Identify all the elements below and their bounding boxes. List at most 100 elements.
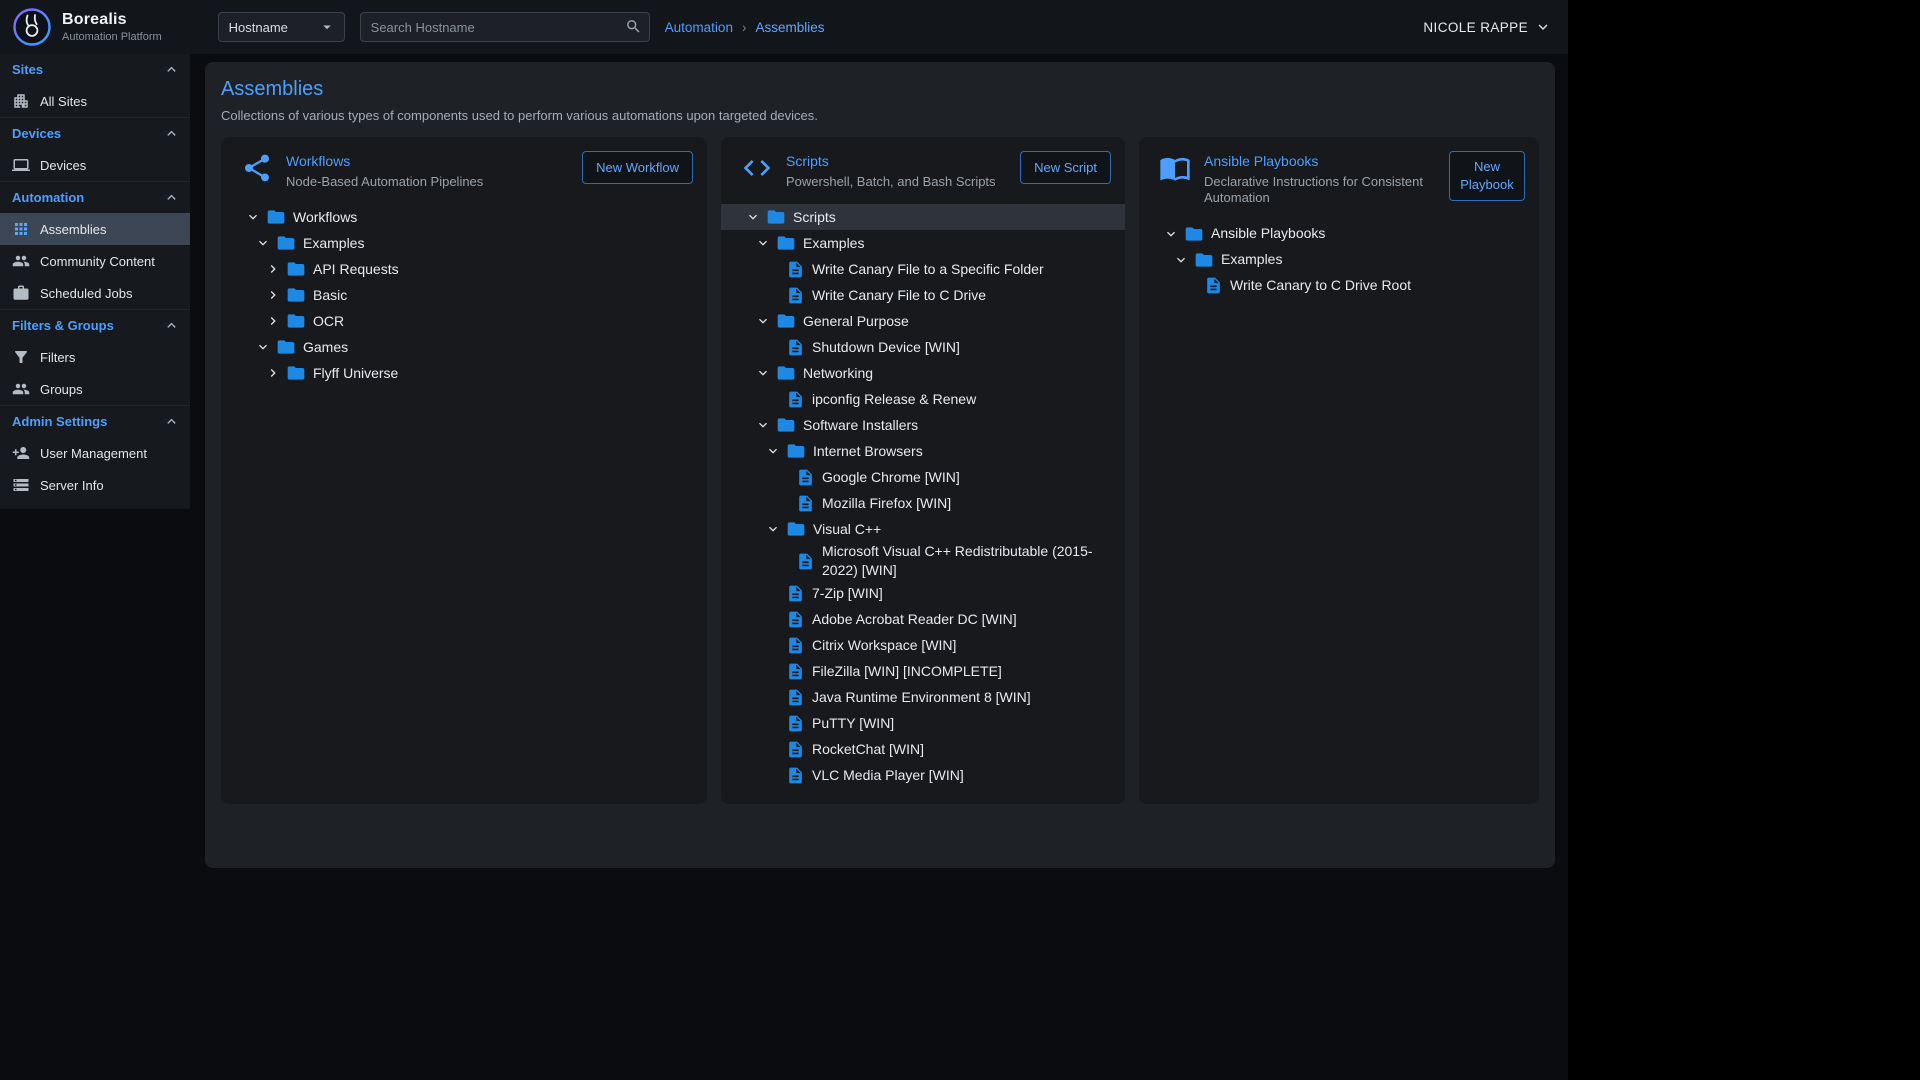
new-workflow-button[interactable]: New Workflow bbox=[582, 151, 693, 184]
tree-folder-examples[interactable]: Examples bbox=[1139, 247, 1539, 273]
tree-file-write-canary-file-to-c-drive[interactable]: Write Canary File to C Drive bbox=[721, 282, 1125, 308]
workflows-card-header: Workflows Node-Based Automation Pipeline… bbox=[221, 137, 707, 196]
sidebar-section-header-sites[interactable]: Sites bbox=[0, 54, 190, 85]
card-subtitle: Powershell, Batch, and Bash Scripts bbox=[786, 174, 996, 190]
tree-folder-visual-c[interactable]: Visual C++ bbox=[721, 516, 1125, 542]
tree-folder-workflows[interactable]: Workflows bbox=[221, 204, 707, 230]
tree-folder-basic[interactable]: Basic bbox=[221, 282, 707, 308]
user-menu[interactable]: NICOLE RAPPE bbox=[1423, 18, 1552, 36]
file-icon bbox=[786, 390, 805, 409]
tree-folder-ocr[interactable]: OCR bbox=[221, 308, 707, 334]
tree-folder-flyff-universe[interactable]: Flyff Universe bbox=[221, 360, 707, 386]
tree-folder-api-requests[interactable]: API Requests bbox=[221, 256, 707, 282]
tree-file-write-canary-to-c-drive-root[interactable]: Write Canary to C Drive Root bbox=[1139, 273, 1539, 299]
assemblies-cards: Workflows Node-Based Automation Pipeline… bbox=[221, 137, 1539, 804]
tree-item-label: Examples bbox=[301, 234, 364, 253]
tree-item-label: Adobe Acrobat Reader DC [WIN] bbox=[810, 610, 1017, 629]
chevron-right-icon[interactable] bbox=[265, 261, 281, 277]
chevron-right-icon[interactable] bbox=[265, 287, 281, 303]
chevron-down-icon[interactable] bbox=[765, 521, 781, 537]
chevron-down-icon[interactable] bbox=[255, 339, 271, 355]
tree-folder-internet-browsers[interactable]: Internet Browsers bbox=[721, 438, 1125, 464]
sidebar-item-user-management[interactable]: User Management bbox=[0, 437, 190, 469]
sidebar-item-label: Scheduled Jobs bbox=[40, 286, 133, 301]
breadcrumb-current-assemblies[interactable]: Assemblies bbox=[755, 20, 824, 35]
chevron-down-icon[interactable] bbox=[245, 209, 261, 225]
tree-folder-examples[interactable]: Examples bbox=[221, 230, 707, 256]
hostname-select[interactable]: Hostname bbox=[218, 12, 345, 42]
chevron-down-icon[interactable] bbox=[255, 235, 271, 251]
tree-file-vlc-media-player-win[interactable]: VLC Media Player [WIN] bbox=[721, 762, 1125, 788]
sidebar-item-devices[interactable]: Devices bbox=[0, 149, 190, 181]
chevron-right-icon[interactable] bbox=[265, 365, 281, 381]
chevron-down-icon[interactable] bbox=[1163, 226, 1179, 242]
sidebar-section-admin-settings: Admin SettingsUser ManagementServer Info bbox=[0, 405, 190, 501]
tree-item-label: Ansible Playbooks bbox=[1209, 224, 1325, 243]
chevron-down-icon[interactable] bbox=[755, 365, 771, 381]
sidebar-section-header-filters-groups[interactable]: Filters & Groups bbox=[0, 310, 190, 341]
tree-folder-games[interactable]: Games bbox=[221, 334, 707, 360]
code-icon bbox=[741, 152, 773, 184]
sidebar-item-community-content[interactable]: Community Content bbox=[0, 245, 190, 277]
tree-folder-networking[interactable]: Networking bbox=[721, 360, 1125, 386]
tree-item-label: Google Chrome [WIN] bbox=[820, 468, 960, 487]
tree-file-adobe-acrobat-reader-dc-win[interactable]: Adobe Acrobat Reader DC [WIN] bbox=[721, 606, 1125, 632]
brand-name: Borealis bbox=[62, 11, 162, 29]
file-icon bbox=[786, 662, 805, 681]
sidebar: SitesAll SitesDevicesDevicesAutomationAs… bbox=[0, 54, 190, 509]
sidebar-section-sites: Sites All Sites bbox=[0, 54, 190, 117]
sidebar-item-scheduled-jobs[interactable]: Scheduled Jobs bbox=[0, 277, 190, 309]
tree-folder-examples[interactable]: Examples bbox=[721, 230, 1125, 256]
search-icon[interactable] bbox=[625, 18, 642, 35]
tree-folder-scripts[interactable]: Scripts bbox=[721, 204, 1125, 230]
tree-item-label: Write Canary File to C Drive bbox=[810, 286, 986, 305]
tree-file-7-zip-win[interactable]: 7-Zip [WIN] bbox=[721, 580, 1125, 606]
tree-file-rocketchat-win[interactable]: RocketChat [WIN] bbox=[721, 736, 1125, 762]
sidebar-item-groups[interactable]: Groups bbox=[0, 373, 190, 405]
breadcrumb-link-automation[interactable]: Automation bbox=[665, 20, 733, 35]
tree-file-microsoft-visual-c-redistributable-2015-2022-win[interactable]: Microsoft Visual C++ Redistributable (20… bbox=[721, 542, 1125, 580]
tree-item-label: Workflows bbox=[291, 208, 357, 227]
tree-file-ipconfig-release-renew[interactable]: ipconfig Release & Renew bbox=[721, 386, 1125, 412]
sidebar-section-header-admin-settings[interactable]: Admin Settings bbox=[0, 406, 190, 437]
new-script-button[interactable]: New Script bbox=[1020, 151, 1111, 184]
sidebar-item-server-info[interactable]: Server Info bbox=[0, 469, 190, 501]
file-icon bbox=[786, 740, 805, 759]
sidebar-section-header-automation[interactable]: Automation bbox=[0, 182, 190, 213]
tree-folder-ansible-playbooks[interactable]: Ansible Playbooks bbox=[1139, 221, 1539, 247]
search-input[interactable] bbox=[360, 12, 650, 42]
tree-file-google-chrome-win[interactable]: Google Chrome [WIN] bbox=[721, 464, 1125, 490]
chevron-down-icon[interactable] bbox=[755, 417, 771, 433]
chevron-down-icon[interactable] bbox=[755, 235, 771, 251]
chevron-down-icon[interactable] bbox=[765, 443, 781, 459]
tree-item-label: Games bbox=[301, 338, 348, 357]
tree-file-shutdown-device-win[interactable]: Shutdown Device [WIN] bbox=[721, 334, 1125, 360]
card-subtitle: Node-Based Automation Pipelines bbox=[286, 174, 483, 190]
tree-folder-general-purpose[interactable]: General Purpose bbox=[721, 308, 1125, 334]
sidebar-item-assemblies[interactable]: Assemblies bbox=[0, 213, 190, 245]
sidebar-item-label: Groups bbox=[40, 382, 83, 397]
brand: Borealis Automation Platform bbox=[12, 7, 162, 47]
tree-file-mozilla-firefox-win[interactable]: Mozilla Firefox [WIN] bbox=[721, 490, 1125, 516]
new-playbook-button[interactable]: New Playbook bbox=[1449, 151, 1525, 201]
chevron-down-icon bbox=[1534, 18, 1552, 36]
chevron-right-icon[interactable] bbox=[265, 313, 281, 329]
sidebar-item-label: Community Content bbox=[40, 254, 155, 269]
tree-file-citrix-workspace-win[interactable]: Citrix Workspace [WIN] bbox=[721, 632, 1125, 658]
tree-folder-software-installers[interactable]: Software Installers bbox=[721, 412, 1125, 438]
tree-file-putty-win[interactable]: PuTTY [WIN] bbox=[721, 710, 1125, 736]
chevron-down-icon[interactable] bbox=[1173, 252, 1189, 268]
tree-file-filezilla-win-incomplete[interactable]: FileZilla [WIN] [INCOMPLETE] bbox=[721, 658, 1125, 684]
sidebar-item-label: All Sites bbox=[40, 94, 87, 109]
book-icon bbox=[1159, 152, 1191, 184]
chevron-down-icon[interactable] bbox=[745, 209, 761, 225]
chevron-down-icon[interactable] bbox=[755, 313, 771, 329]
tree-item-label: Examples bbox=[1219, 250, 1282, 269]
tree-file-java-runtime-environment-8-win[interactable]: Java Runtime Environment 8 [WIN] bbox=[721, 684, 1125, 710]
tree-item-label: ipconfig Release & Renew bbox=[810, 390, 976, 409]
sidebar-section-header-devices[interactable]: Devices bbox=[0, 118, 190, 149]
tree-file-write-canary-file-to-a-specific-folder[interactable]: Write Canary File to a Specific Folder bbox=[721, 256, 1125, 282]
sidebar-item-all-sites[interactable]: All Sites bbox=[0, 85, 190, 117]
sidebar-item-filters[interactable]: Filters bbox=[0, 341, 190, 373]
playbooks-tree: Ansible Playbooks Examples Write Canary to… bbox=[1139, 213, 1539, 313]
